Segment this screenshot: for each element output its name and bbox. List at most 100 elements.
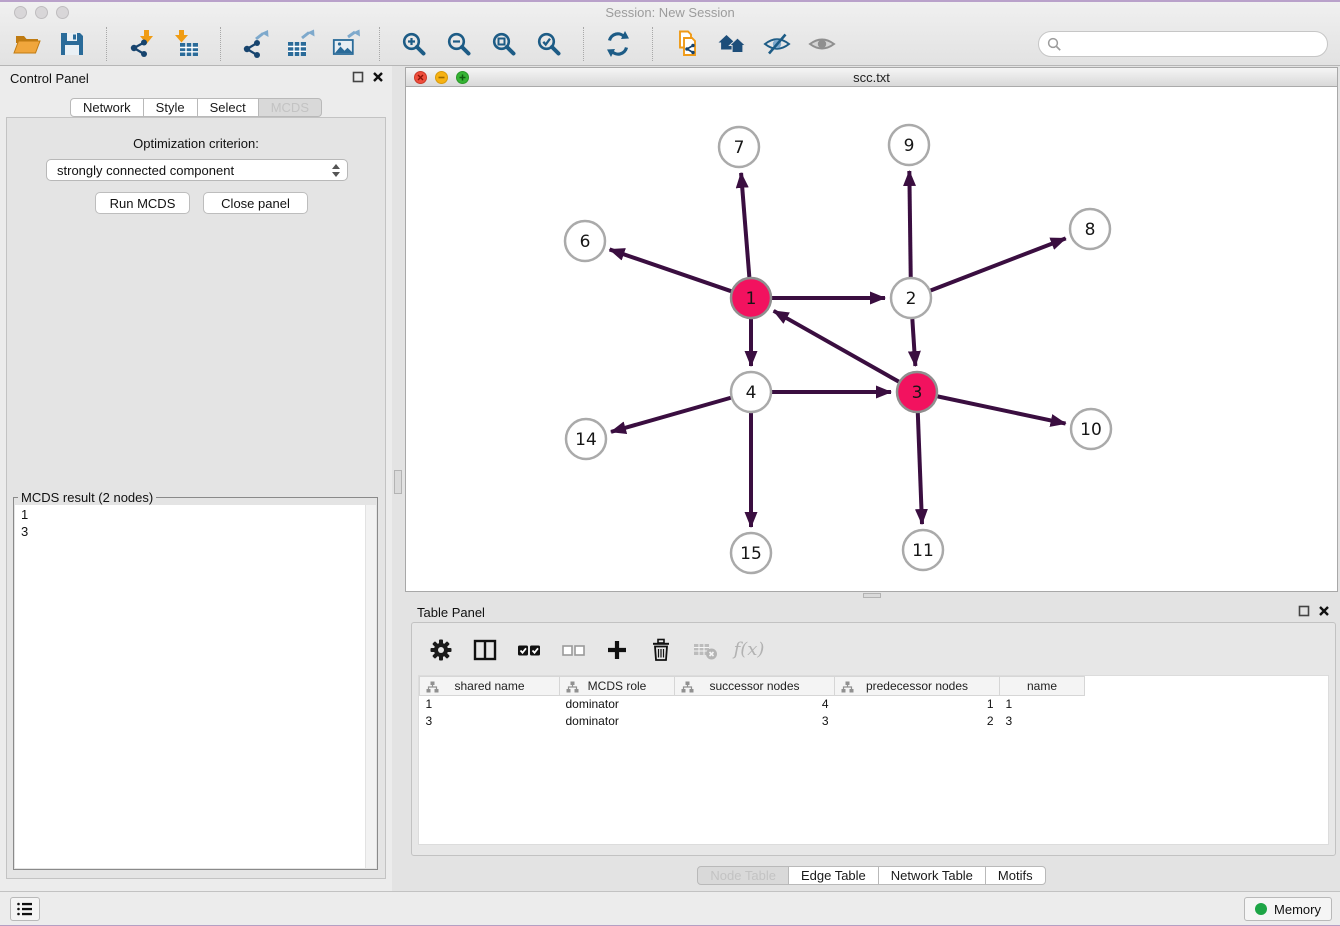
import-network-button[interactable]	[124, 27, 158, 61]
main-area: Control Panel Network Style Select MCDS …	[0, 66, 1340, 891]
eye-slash-icon	[762, 29, 792, 59]
column-header-name[interactable]: name	[1000, 677, 1085, 696]
panel-splitter-horizontal[interactable]	[405, 592, 1338, 600]
select-all-columns-button[interactable]	[516, 637, 542, 663]
application-window: Session: New Session	[0, 0, 1340, 926]
close-panel-icon[interactable]	[372, 71, 384, 83]
column-type-icon	[426, 681, 439, 693]
panel-splitter-vertical[interactable]	[392, 66, 405, 891]
open-folder-icon	[12, 29, 42, 59]
zoom-selected-icon	[535, 30, 563, 58]
hide-selected-button[interactable]	[760, 27, 794, 61]
memory-label: Memory	[1274, 902, 1321, 917]
tab-network[interactable]: Network	[70, 98, 144, 117]
gear-icon	[428, 637, 454, 663]
zoom-in-button[interactable]	[397, 27, 431, 61]
function-builder-button-disabled: f(x)	[736, 637, 762, 663]
network-canvas[interactable]: 7968124314101511	[406, 87, 1337, 591]
delete-column-button[interactable]	[648, 637, 674, 663]
split-columns-icon	[472, 637, 498, 663]
zoom-selected-button[interactable]	[532, 27, 566, 61]
zoom-out-button[interactable]	[442, 27, 476, 61]
search-box	[1038, 31, 1328, 57]
column-header-predecessor-nodes[interactable]: predecessor nodes	[835, 677, 1000, 696]
splitter-handle[interactable]	[394, 470, 402, 494]
table-cell[interactable]: 4	[675, 696, 835, 713]
float-panel-icon[interactable]	[352, 71, 364, 83]
open-session-button[interactable]	[10, 27, 44, 61]
graph-edge-1-7[interactable]	[741, 173, 749, 277]
graph-node-label: 14	[575, 430, 597, 450]
splitter-handle[interactable]	[863, 593, 881, 598]
run-mcds-button[interactable]: Run MCDS	[95, 192, 190, 214]
graph-node-label: 11	[912, 541, 934, 561]
optimization-criterion-label: Optimization criterion:	[7, 136, 385, 151]
add-column-button[interactable]	[604, 637, 630, 663]
table-cell[interactable]: 1	[1000, 696, 1085, 713]
close-panel-icon[interactable]	[1318, 605, 1330, 617]
apply-layout-button[interactable]	[601, 27, 635, 61]
export-table-button[interactable]	[283, 27, 317, 61]
table-cell[interactable]: 3	[1000, 713, 1085, 730]
graph-edge-3-10[interactable]	[938, 396, 1066, 423]
first-neighbors-button[interactable]	[715, 27, 749, 61]
toolbar-separator	[379, 27, 380, 61]
graph-edge-3-11[interactable]	[918, 413, 922, 524]
network-window-titlebar: scc.txt	[406, 68, 1337, 87]
memory-button[interactable]: Memory	[1244, 897, 1332, 921]
table-header-row: shared name MCDS role successor nodes	[420, 677, 1085, 696]
mcds-result-text: 1 3	[15, 505, 376, 541]
tab-select[interactable]: Select	[197, 98, 259, 117]
unselect-all-columns-button[interactable]	[560, 637, 586, 663]
graph-edge-2-3[interactable]	[912, 319, 915, 366]
table-row[interactable]: 1dominator411	[420, 696, 1085, 713]
graph-edge-2-9[interactable]	[909, 171, 910, 277]
export-network-icon	[240, 29, 270, 59]
task-history-button[interactable]	[10, 897, 40, 921]
save-session-button[interactable]	[55, 27, 89, 61]
tab-edge-table[interactable]: Edge Table	[788, 866, 879, 885]
zoom-fit-button[interactable]	[487, 27, 521, 61]
delete-table-button-disabled	[692, 637, 718, 663]
table-container: f(x)	[411, 622, 1336, 856]
zoom-in-icon	[400, 30, 428, 58]
right-column: scc.txt 7968124314101511 Table Panel	[405, 66, 1338, 891]
table-cell[interactable]: 3	[675, 713, 835, 730]
result-scrollbar[interactable]	[365, 505, 376, 868]
export-image-button[interactable]	[328, 27, 362, 61]
tab-network-table[interactable]: Network Table	[878, 866, 986, 885]
table-cell[interactable]: 3	[420, 713, 560, 730]
table-cell[interactable]: 2	[835, 713, 1000, 730]
tab-style[interactable]: Style	[143, 98, 198, 117]
close-panel-button[interactable]: Close panel	[203, 192, 308, 214]
tab-node-table[interactable]: Node Table	[697, 866, 789, 885]
table-row[interactable]: 3dominator323	[420, 713, 1085, 730]
graph-edge-4-14[interactable]	[611, 398, 731, 432]
graph-edge-3-1[interactable]	[774, 311, 899, 382]
split-view-button[interactable]	[472, 637, 498, 663]
tab-mcds[interactable]: MCDS	[258, 98, 322, 117]
float-panel-icon[interactable]	[1298, 605, 1310, 617]
graph-edge-1-6[interactable]	[610, 249, 732, 291]
app-title: Session: New Session	[0, 5, 1340, 20]
table-cell[interactable]: 1	[420, 696, 560, 713]
column-header-shared-name[interactable]: shared name	[420, 677, 560, 696]
search-input[interactable]	[1062, 36, 1319, 53]
column-header-successor-nodes[interactable]: successor nodes	[675, 677, 835, 696]
tab-motifs[interactable]: Motifs	[985, 866, 1046, 885]
import-table-button[interactable]	[169, 27, 203, 61]
table-settings-button[interactable]	[428, 637, 454, 663]
clone-network-button[interactable]	[670, 27, 704, 61]
graph-node-label: 3	[912, 383, 923, 403]
criterion-select[interactable]: strongly connected component	[46, 159, 348, 181]
table-cell[interactable]: dominator	[560, 713, 675, 730]
show-all-button[interactable]	[805, 27, 839, 61]
table-cell[interactable]: dominator	[560, 696, 675, 713]
network-graph[interactable]: 7968124314101511	[406, 87, 1337, 592]
table-cell[interactable]: 1	[835, 696, 1000, 713]
search-icon	[1047, 37, 1062, 52]
export-network-button[interactable]	[238, 27, 272, 61]
column-header-mcds-role[interactable]: MCDS role	[560, 677, 675, 696]
graph-edge-2-8[interactable]	[931, 238, 1066, 290]
table-panel-tabs: Node Table Edge Table Network Table Moti…	[405, 866, 1338, 885]
